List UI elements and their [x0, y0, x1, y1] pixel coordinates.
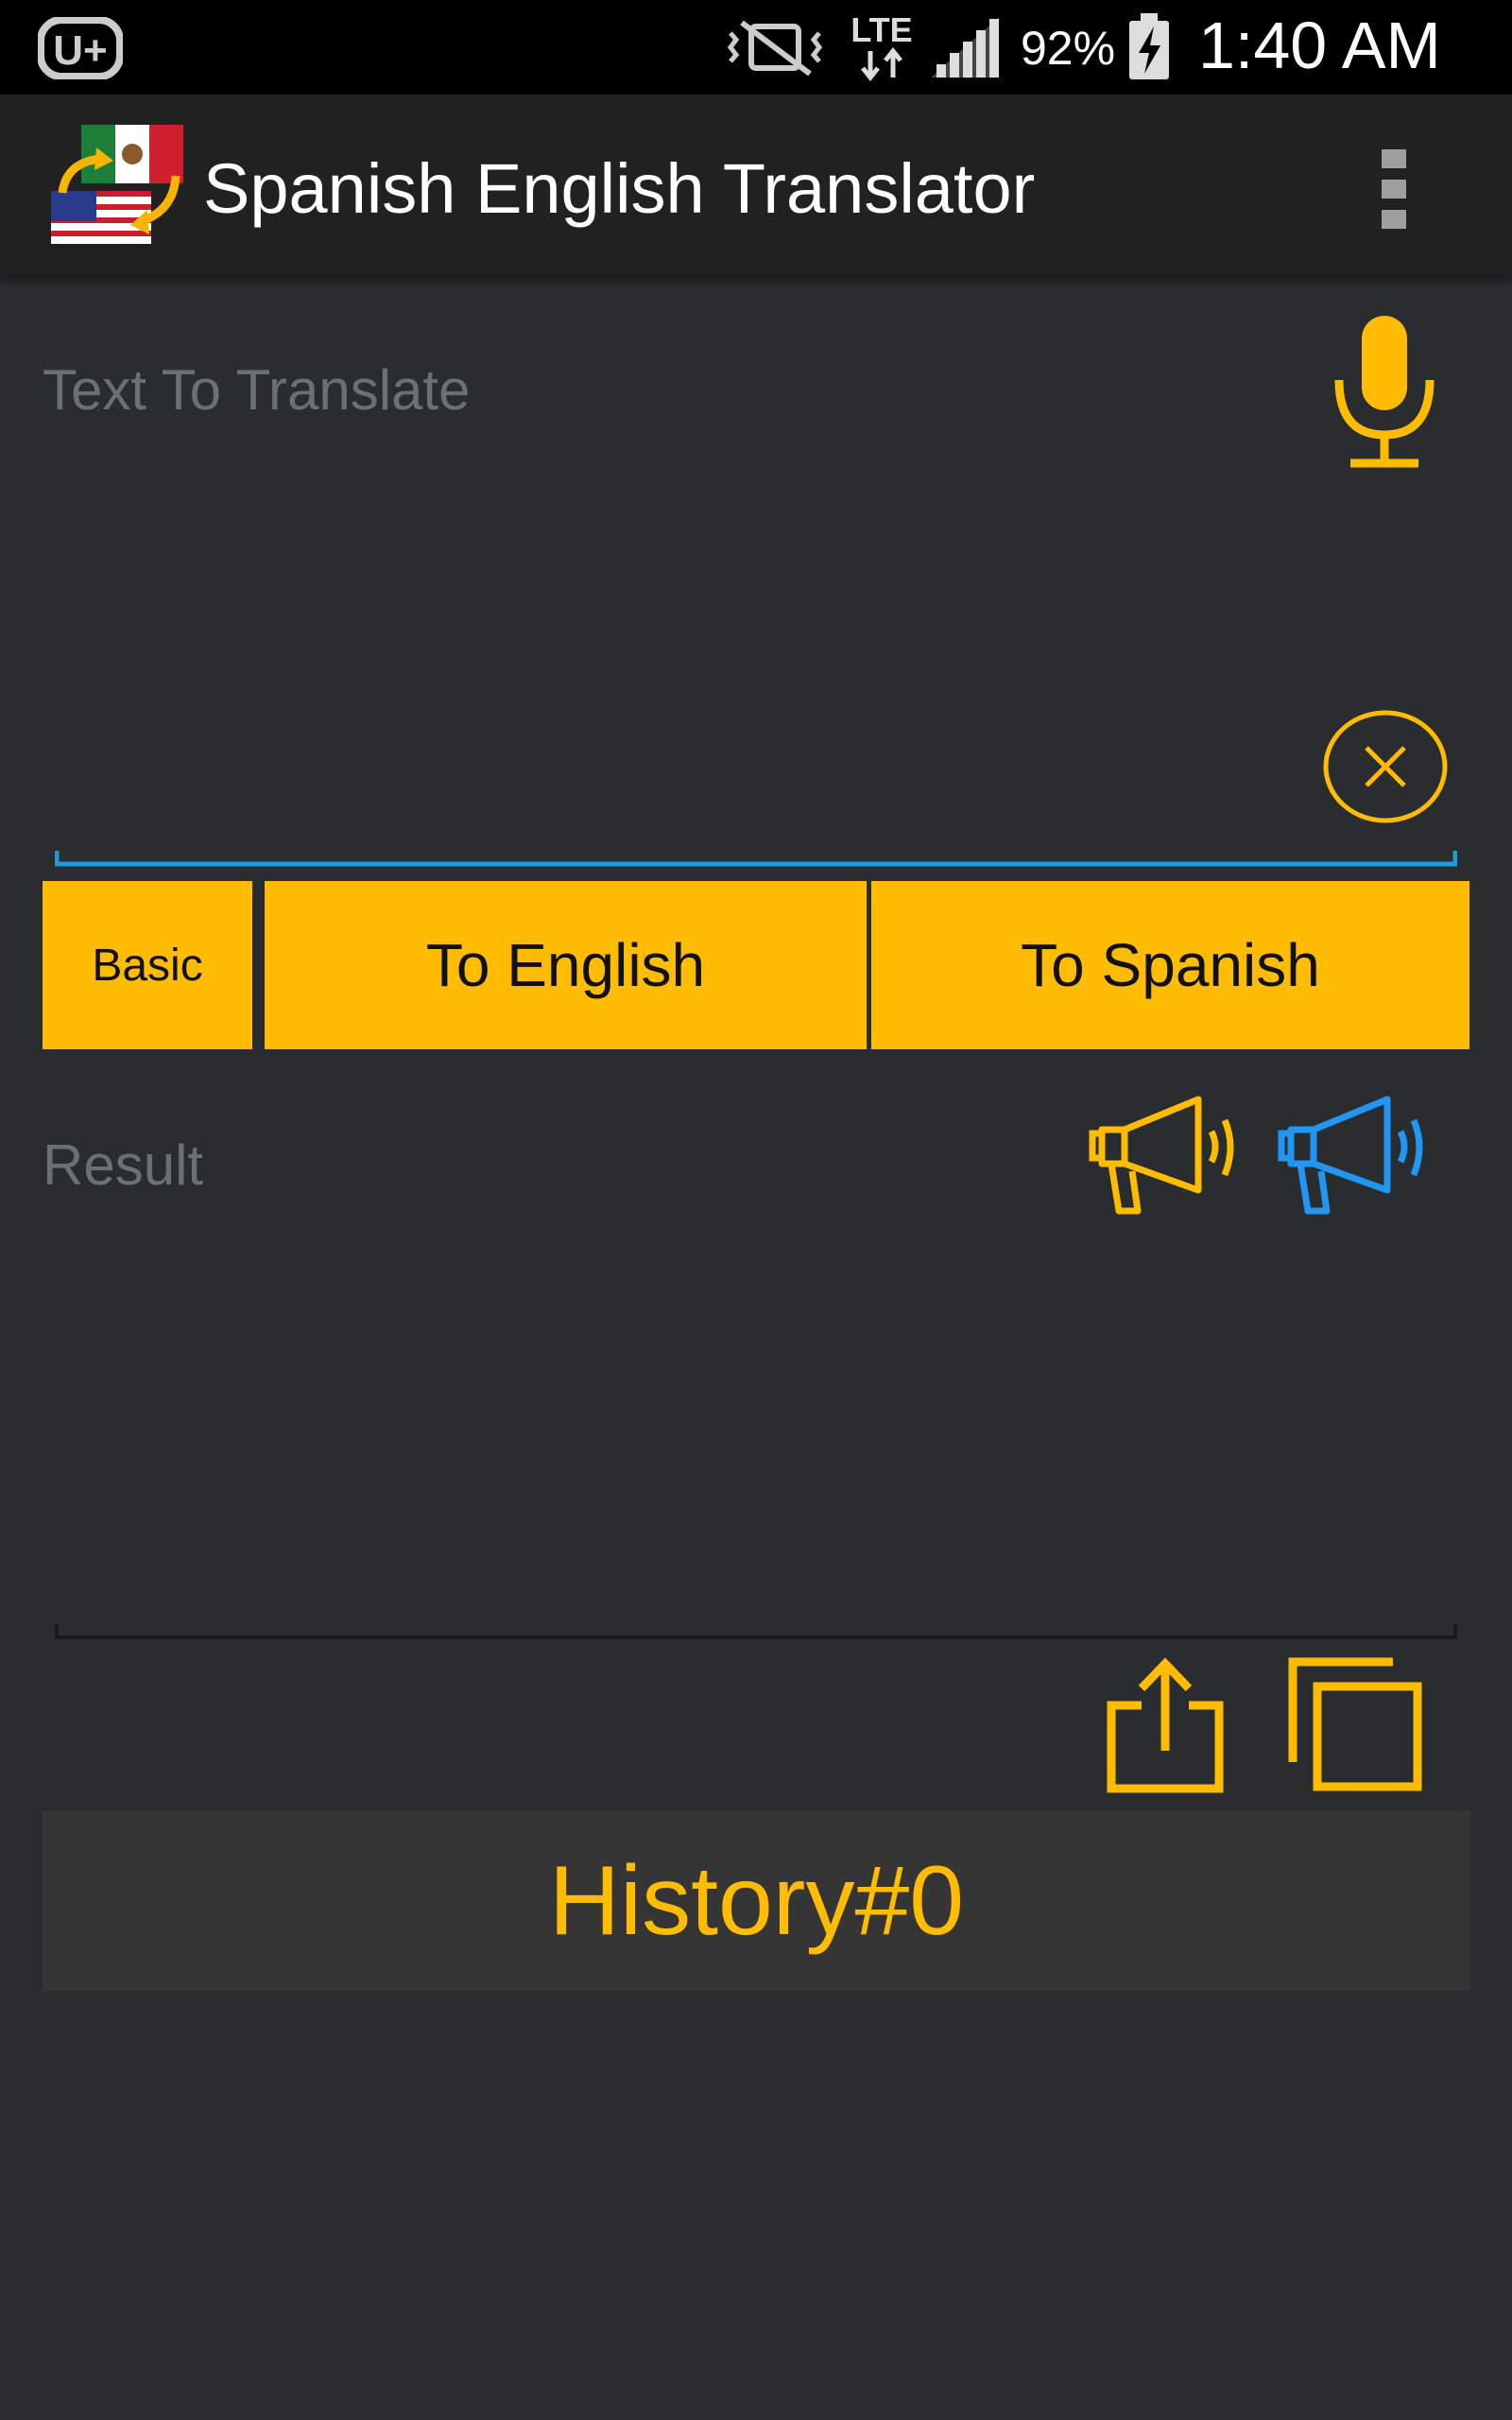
lte-data-icon: LTE [844, 9, 919, 81]
battery-percent: 92% [1021, 22, 1116, 75]
share-icon[interactable] [1104, 1656, 1227, 1794]
clear-text-button[interactable] [1321, 709, 1450, 824]
overflow-menu-icon[interactable] [1368, 142, 1421, 236]
copy-icon[interactable] [1287, 1656, 1425, 1794]
basic-button[interactable]: Basic [43, 881, 252, 1049]
battery-charging-icon [1127, 13, 1171, 81]
signal-icon [931, 17, 999, 78]
speak-spanish-megaphone-icon[interactable] [1276, 1092, 1427, 1219]
carrier-logo-icon: U+ [38, 17, 123, 79]
to-spanish-button[interactable]: To Spanish [871, 881, 1469, 1049]
app-title: Spanish English Translator [203, 149, 1036, 228]
svg-text:LTE: LTE [850, 10, 912, 49]
microphone-icon[interactable] [1328, 312, 1441, 469]
history-label: History#0 [548, 1846, 965, 1956]
status-bar: U+ LTE 92% 1:40 AM [0, 0, 1512, 95]
app-logo-flags-icon [49, 123, 191, 246]
app-bar: Spanish English Translator [0, 95, 1512, 274]
result-placeholder: Result [43, 1133, 204, 1197]
speak-english-megaphone-icon[interactable] [1087, 1092, 1238, 1219]
text-to-translate-input[interactable]: Text To Translate [43, 301, 1309, 868]
history-button[interactable]: History#0 [43, 1811, 1470, 1991]
input-placeholder: Text To Translate [43, 358, 471, 422]
to-english-button[interactable]: To English [265, 881, 867, 1049]
result-underline [55, 1624, 1457, 1639]
vibrate-off-icon [723, 19, 827, 76]
clock: 1:40 AM [1198, 9, 1441, 82]
input-underline [55, 851, 1457, 870]
svg-text:U+: U+ [53, 27, 107, 74]
